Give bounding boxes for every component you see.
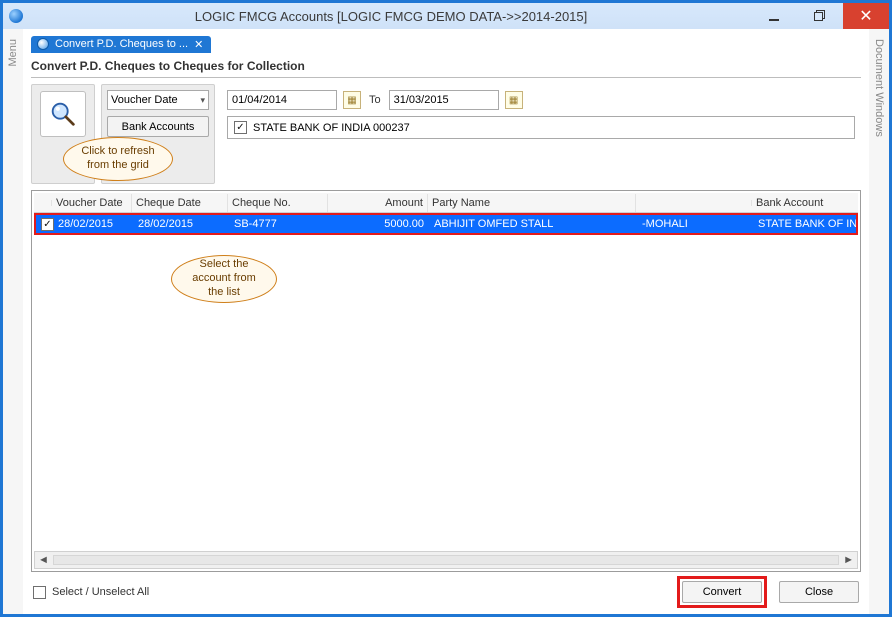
from-calendar-icon[interactable]: ▦ bbox=[343, 91, 361, 109]
close-button[interactable]: ✕ bbox=[843, 3, 889, 29]
table-row[interactable]: ✓ 28/02/2015 28/02/2015 SB-4777 5000.00 … bbox=[36, 215, 856, 233]
tab-icon bbox=[37, 38, 49, 50]
col-amount[interactable]: Amount bbox=[328, 194, 428, 212]
grid-header: Voucher Date Cheque Date Cheque No. Amou… bbox=[34, 193, 858, 213]
cell-party-suffix: -MOHALI bbox=[638, 217, 754, 231]
cell-cheque-no: SB-4777 bbox=[230, 217, 330, 231]
cell-voucher-date: 28/02/2015 bbox=[54, 217, 134, 231]
bank-account-label: STATE BANK OF INDIA 000237 bbox=[253, 122, 410, 134]
main-area: Convert P.D. Cheques to ... ✕ Convert P.… bbox=[23, 29, 869, 614]
left-sidebar-label: Menu bbox=[7, 39, 19, 67]
select-all-checkbox[interactable]: Select / Unselect All bbox=[33, 586, 149, 599]
cell-amount: 5000.00 bbox=[330, 217, 430, 231]
tab-label: Convert P.D. Cheques to ... bbox=[55, 38, 188, 50]
to-label: To bbox=[367, 94, 383, 106]
footer: Select / Unselect All Convert Close bbox=[31, 576, 861, 608]
magnifier-icon bbox=[48, 99, 78, 129]
col-bank[interactable]: Bank Account bbox=[752, 194, 858, 212]
bank-account-item[interactable]: ✓ STATE BANK OF INDIA 000237 bbox=[234, 121, 848, 134]
minimize-button[interactable] bbox=[751, 3, 797, 29]
scroll-right-icon[interactable]: ► bbox=[843, 554, 854, 566]
right-sidebar[interactable]: Document Windows bbox=[869, 29, 889, 614]
bank-accounts-list[interactable]: ✓ STATE BANK OF INDIA 000237 bbox=[227, 116, 855, 139]
cell-cheque-date: 28/02/2015 bbox=[134, 217, 230, 231]
date-range-row: ▦ To ▦ bbox=[221, 84, 861, 112]
col-party[interactable]: Party Name bbox=[428, 194, 636, 212]
tabstrip: Convert P.D. Cheques to ... ✕ bbox=[31, 33, 861, 55]
cell-party: ABHIJIT OMFED STALL bbox=[430, 217, 638, 231]
callout-refresh: Click to refresh from the grid bbox=[63, 137, 173, 181]
convert-highlight: Convert bbox=[677, 576, 767, 608]
select-all-box[interactable] bbox=[33, 586, 46, 599]
grid-row-highlight: ✓ 28/02/2015 28/02/2015 SB-4777 5000.00 … bbox=[34, 213, 858, 235]
convert-button[interactable]: Convert bbox=[682, 581, 762, 603]
callout-select: Select the account from the list bbox=[171, 255, 277, 303]
bank-account-checkbox[interactable]: ✓ bbox=[234, 121, 247, 134]
cell-bank: STATE BANK OF INDIA 000237 bbox=[754, 217, 856, 231]
app-logo-icon bbox=[9, 9, 23, 23]
col-voucher-date[interactable]: Voucher Date bbox=[52, 194, 132, 212]
to-calendar-icon[interactable]: ▦ bbox=[505, 91, 523, 109]
tab-close-icon[interactable]: ✕ bbox=[194, 38, 203, 51]
col-cheque-no[interactable]: Cheque No. bbox=[228, 194, 328, 212]
chevron-down-icon: ▾ bbox=[200, 95, 205, 106]
window-controls: ✕ bbox=[751, 3, 889, 29]
scroll-track[interactable] bbox=[53, 555, 839, 565]
row-checkbox[interactable]: ✓ bbox=[41, 218, 54, 231]
app-window: LOGIC FMCG Accounts [LOGIC FMCG DEMO DAT… bbox=[0, 0, 892, 617]
col-cheque-date[interactable]: Cheque Date bbox=[132, 194, 228, 212]
horizontal-scrollbar[interactable]: ◄ ► bbox=[34, 551, 858, 569]
right-sidebar-label: Document Windows bbox=[873, 39, 885, 137]
body: Menu Convert P.D. Cheques to ... ✕ Conve… bbox=[3, 29, 889, 614]
select-all-label: Select / Unselect All bbox=[52, 586, 149, 598]
grid-empty-area bbox=[34, 235, 858, 549]
bank-accounts-button[interactable]: Bank Accounts bbox=[107, 116, 209, 137]
scroll-left-icon[interactable]: ◄ bbox=[38, 554, 49, 566]
to-date-input[interactable] bbox=[389, 90, 499, 110]
voucher-date-select-label: Voucher Date bbox=[111, 94, 178, 106]
close-form-button[interactable]: Close bbox=[779, 581, 859, 603]
titlebar: LOGIC FMCG Accounts [LOGIC FMCG DEMO DAT… bbox=[3, 3, 889, 29]
voucher-date-select[interactable]: Voucher Date ▾ bbox=[107, 90, 209, 110]
from-date-input[interactable] bbox=[227, 90, 337, 110]
restore-button[interactable] bbox=[797, 3, 843, 29]
data-grid: Voucher Date Cheque Date Cheque No. Amou… bbox=[31, 190, 861, 572]
footer-buttons: Convert Close bbox=[677, 576, 859, 608]
tab-convert-pd-cheques[interactable]: Convert P.D. Cheques to ... ✕ bbox=[31, 36, 211, 53]
page-title: Convert P.D. Cheques to Cheques for Coll… bbox=[31, 57, 861, 78]
restore-icon bbox=[814, 10, 826, 22]
window-title: LOGIC FMCG Accounts [LOGIC FMCG DEMO DAT… bbox=[31, 9, 751, 24]
refresh-button[interactable] bbox=[40, 91, 86, 137]
left-sidebar[interactable]: Menu bbox=[3, 29, 23, 614]
filter-right-column: ▦ To ▦ ✓ STATE BANK OF INDIA 000237 bbox=[221, 84, 861, 145]
